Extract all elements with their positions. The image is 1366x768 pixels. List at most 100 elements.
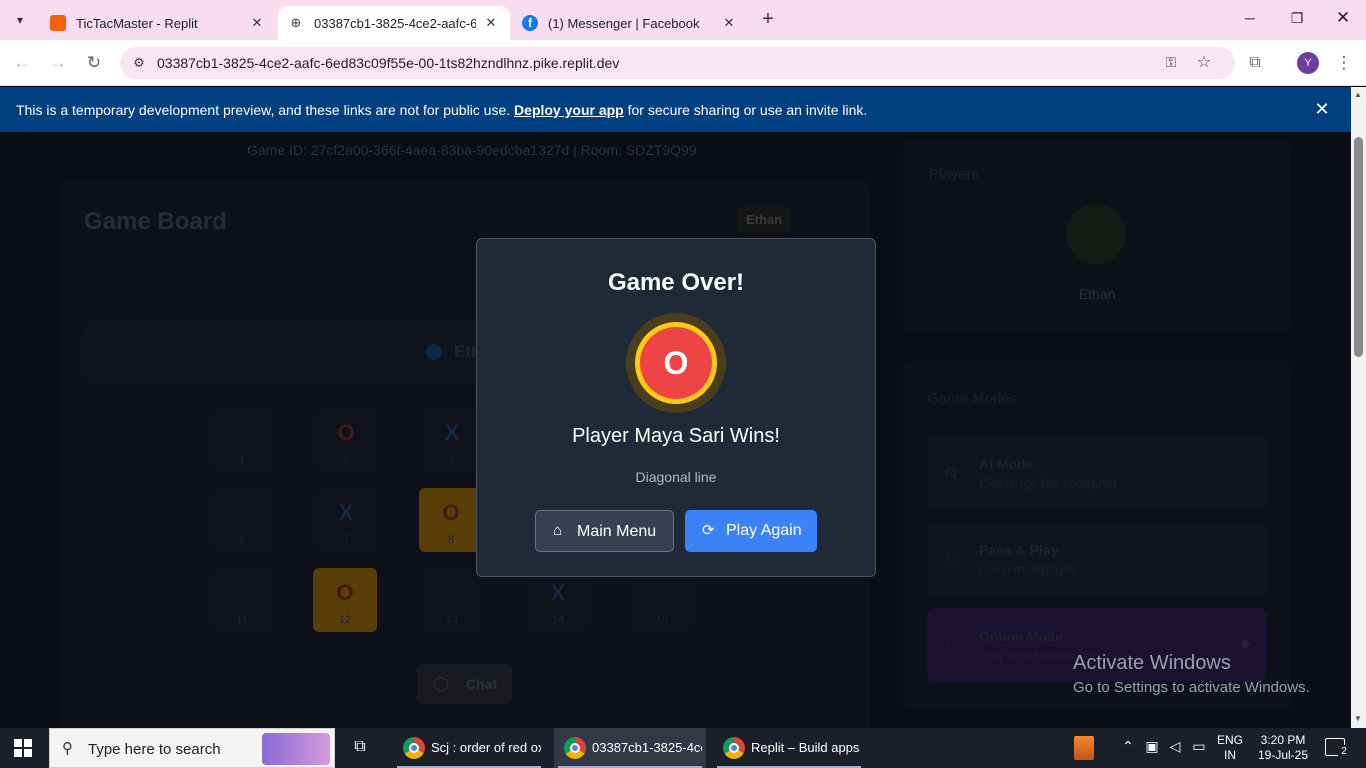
robot-icon: ⊡ [945,464,957,480]
banner-text-after: for secure sharing or use an invite link… [627,102,868,118]
tab-close-icon[interactable]: ✕ [720,15,738,31]
banner-close-icon[interactable]: ✕ [1312,99,1332,120]
banner-message: This is a temporary development preview,… [16,102,867,118]
minimize-icon[interactable]: ─ [1240,10,1260,26]
tray-app-icon[interactable] [1074,736,1094,760]
language-code: ENG [1217,733,1244,747]
taskbar-app-chrome-2[interactable]: 03387cb1-3825-4ce... [554,728,706,768]
activate-windows-subtitle: Go to Settings to activate Windows. [1073,679,1310,696]
chevron-up-icon[interactable]: ⌃ [1119,738,1137,755]
chrome-icon [403,737,425,759]
cell-number: 3 [448,454,456,466]
windows-start-icon[interactable] [14,739,32,757]
page-scrollbar[interactable]: ▲ ▼ [1351,87,1366,728]
scroll-down-arrow-icon[interactable]: ▼ [1354,714,1362,723]
region-code: IN [1224,748,1236,762]
cell-number: 14 [551,614,565,626]
browser-tabstrip: ▾ TicTacMaster - Replit ✕ ⊕ 03387cb1-382… [0,0,1366,40]
scroll-up-arrow-icon[interactable]: ▲ [1354,90,1362,99]
scrollbar-thumb[interactable] [1354,137,1363,357]
bookmark-star-icon[interactable]: ☆ [1194,52,1214,72]
board-cell[interactable]: X 3 [420,408,484,472]
globe-icon: ⊕ [290,15,302,30]
board-cell[interactable]: 11 [210,568,274,632]
facebook-icon: f [522,15,538,31]
cell-number: 15 [655,614,669,626]
new-tab-plus-icon[interactable]: + [757,9,779,31]
password-key-icon[interactable]: ⚿ [1161,54,1181,71]
cell-mark: X [550,580,566,605]
address-bar[interactable]: ⚙ 03387cb1-3825-4ce2-aafc-6ed83c09f55e-0… [120,47,1235,79]
player-name: Ethan [1078,286,1116,302]
cell-mark: O [336,580,354,605]
taskbar-app-chrome-3[interactable]: Replit – Build apps ... [713,728,865,768]
cell-number: 6 [238,534,246,546]
restore-icon[interactable]: ❐ [1287,10,1307,27]
board-cell[interactable]: 13 [420,568,484,632]
winner-symbol: O [640,327,712,399]
play-again-button[interactable]: ⟳ Play Again [685,510,817,552]
current-player-pill: Ethan [738,206,791,233]
banner-text-before: This is a temporary development preview,… [16,102,511,118]
players-card: Players Ethan [903,140,1291,332]
players-title: Players [929,166,980,183]
board-cell[interactable]: X 7 [314,488,378,552]
board-cell[interactable]: 15 [630,568,694,632]
meet-now-icon[interactable]: ▣ [1143,738,1161,755]
cell-number: 7 [342,534,350,546]
chrome-icon [564,737,586,759]
chat-button[interactable]: ◯ Chat [417,664,512,704]
tab-tictacmaster[interactable]: TicTacMaster - Replit ✕ [40,6,276,40]
tab-close-icon[interactable]: ✕ [482,15,500,31]
cell-number: 12 [338,614,352,626]
tab-search-chevron-icon[interactable]: ▾ [8,8,32,32]
url-text[interactable]: 03387cb1-3825-4ce2-aafc-6ed83c09f55e-00-… [157,55,619,71]
cell-mark: O [337,420,355,445]
online-status-dot [1241,640,1249,648]
board-cell[interactable]: O 2 [314,408,378,472]
reload-icon[interactable]: ↻ [83,52,105,74]
clock-time: 3:20 PM [1260,733,1306,747]
main-menu-button[interactable]: ⌂ Main Menu [535,510,674,552]
game-over-modal: Game Over! O Player Maya Sari Wins! Diag… [476,238,876,577]
profile-avatar[interactable]: Y [1297,52,1319,74]
back-arrow-icon[interactable]: ← [11,52,33,74]
network-icon[interactable]: ▭ [1190,738,1208,755]
main-menu-label: Main Menu [577,523,657,540]
language-indicator[interactable]: ENG IN [1217,733,1243,763]
extensions-puzzle-icon[interactable]: ⧉ [1244,52,1266,74]
board-cell[interactable]: 1 [210,408,274,472]
cell-number: 8 [447,534,455,546]
forward-arrow-icon[interactable]: → [47,52,69,74]
board-cell-winning[interactable]: O 8 [419,488,483,552]
refresh-icon: ⟳ [702,522,715,539]
tab-close-icon[interactable]: ✕ [248,15,266,31]
task-view-icon[interactable]: ⧉ [350,738,370,756]
windows-taskbar: ⚲ Type here to search ⧉ Scj : order of r… [0,728,1366,768]
notification-count-badge: 2 [1337,745,1351,759]
cell-number: 2 [342,454,350,466]
taskbar-clock[interactable]: 3:20 PM 19-Jul-25 [1255,733,1311,763]
board-cell[interactable]: 6 [210,488,274,552]
mode-pass-and-play[interactable]: ⚇ Pass & Play Local multiplayer [927,522,1267,596]
close-window-icon[interactable]: ✕ [1333,8,1353,28]
win-reason: Diagonal line [635,469,717,485]
deploy-your-app-link[interactable]: Deploy your app [514,102,624,118]
taskbar-search-box[interactable]: ⚲ Type here to search [49,728,335,768]
taskbar-app-chrome-1[interactable]: Scj : order of red ox... [393,728,545,768]
browser-menu-icon[interactable]: ⋮ [1333,52,1355,74]
chat-bubble-icon: ◯ [433,675,449,691]
board-cell-winning[interactable]: O 12 [313,568,377,632]
clock-date: 19-Jul-25 [1257,748,1309,762]
tab-messenger[interactable]: f (1) Messenger | Facebook ✕ [512,6,748,40]
mode-ai[interactable]: ⊡ AI Mode Challenge the computer [927,436,1267,510]
mode-title: AI Mode [979,456,1034,472]
tab-preview[interactable]: ⊕ 03387cb1-3825-4ce2-aafc-6ed8 ✕ [278,6,510,40]
board-cell[interactable]: X 14 [526,568,590,632]
tab-title: TicTacMaster - Replit [76,15,198,31]
site-settings-icon[interactable]: ⚙ [130,54,148,72]
volume-icon[interactable]: ◁ [1166,738,1184,755]
users-icon: ⚇ [945,550,958,566]
activate-windows-title: Activate Windows [1073,652,1231,674]
cell-number: 1 [238,454,246,466]
